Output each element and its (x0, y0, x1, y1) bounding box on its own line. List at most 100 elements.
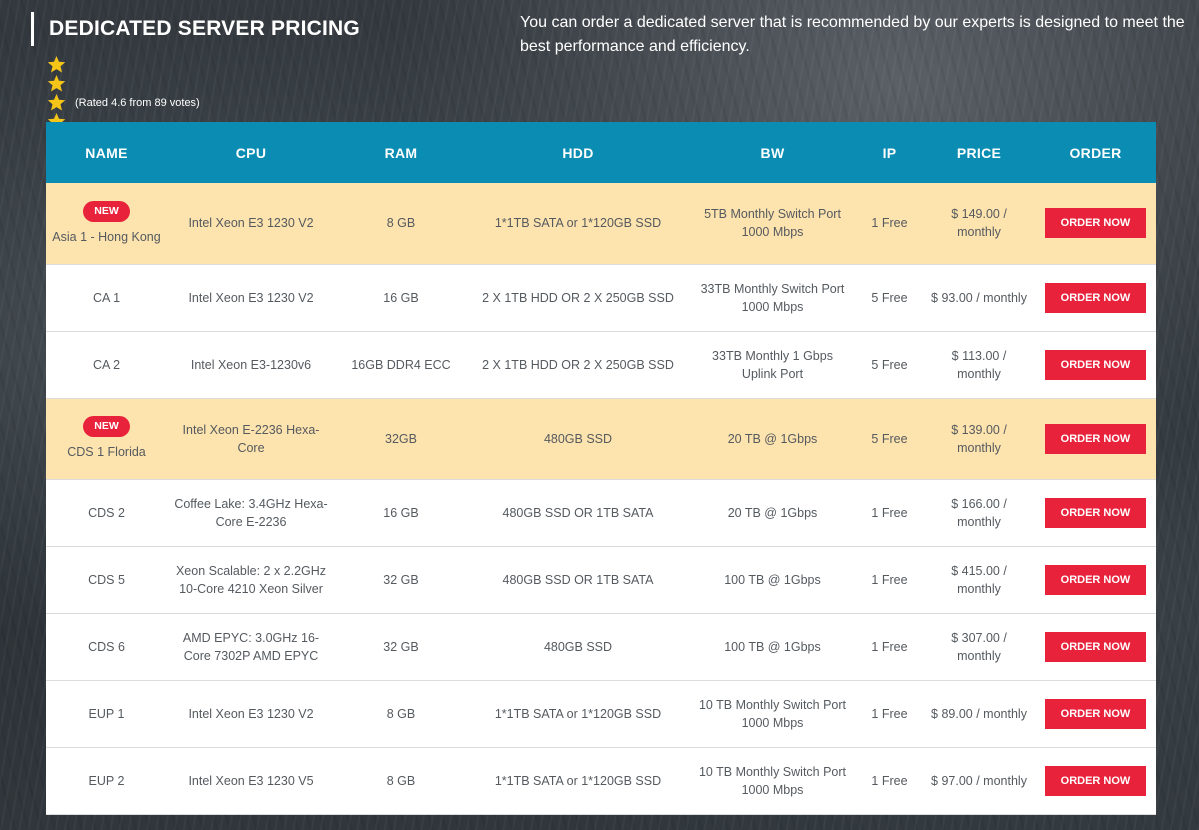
table-row: NEW CDS 1 Florida Intel Xeon E-2236 Hexa-C… (46, 398, 1156, 479)
ram-cell: 8 GB (386, 216, 416, 231)
column-header-bw: BW (760, 144, 785, 161)
name-cell: CA 2 (46, 331, 167, 398)
ip-cell: 1 Free (871, 639, 908, 654)
hdd-cell: 1*1TB SATA or 1*120GB SSD (494, 773, 662, 788)
column-header-cpu: CPU (235, 144, 267, 161)
cpu-cell: Xeon Scalable: 2 x 2.2GHz 10-Core 4210 X… (175, 563, 327, 596)
ip-cell: 1 Free (871, 216, 908, 231)
star-icon (47, 55, 66, 73)
server-name: EUP 1 (88, 706, 125, 721)
page-title: DEDICATED SERVER PRICING (49, 17, 360, 40)
column-header-price: PRICE (956, 144, 1002, 161)
server-name: CA 2 (92, 357, 121, 372)
pricing-table-container: NAME CPU RAM HDD BW IP PRICE ORDER NEW Asia 1 - … (46, 122, 1156, 815)
hdd-cell: 1*1TB SATA or 1*120GB SSD (494, 706, 662, 721)
order-now-button[interactable]: ORDER NOW (1045, 564, 1146, 595)
star-icon (47, 74, 66, 92)
column-header-name: NAME (85, 144, 128, 161)
price-cell: $ 415.00 / monthly (951, 563, 1007, 596)
ram-cell: 8 GB (386, 706, 416, 721)
server-name: CDS 2 (88, 505, 125, 520)
order-now-button[interactable]: ORDER NOW (1045, 698, 1146, 729)
order-now-button[interactable]: ORDER NOW (1045, 349, 1146, 380)
table-row: NEW Asia 1 - Hong Kong Intel Xeon E3 1230 … (46, 183, 1156, 264)
server-name: CA 1 (92, 290, 121, 305)
order-cell: ORDER NOW (1035, 680, 1156, 747)
ram-cell: 16 GB (383, 290, 419, 305)
new-badge: NEW (83, 200, 130, 222)
hdd-cell: 1*1TB SATA or 1*120GB SSD (494, 216, 662, 231)
column-header-ram: RAM (384, 144, 418, 161)
order-cell: ORDER NOW (1035, 331, 1156, 398)
order-now-button[interactable]: ORDER NOW (1045, 631, 1146, 662)
hdd-cell: 480GB SSD OR 1TB SATA (502, 572, 654, 587)
cpu-cell: Intel Xeon E3 1230 V2 (188, 290, 314, 305)
table-row: CA 1 Intel Xeon E3 1230 V2 16 GB 2 X 1TB HD… (46, 264, 1156, 331)
price-cell: $ 93.00 / monthly (931, 290, 1027, 305)
table-row: CDS 2 Coffee Lake: 3.4GHz Hexa-Core E-223… (46, 479, 1156, 546)
price-cell: $ 307.00 / monthly (951, 630, 1007, 663)
order-cell: ORDER NOW (1035, 183, 1156, 264)
cpu-cell: Intel Xeon E3 1230 V2 (188, 216, 314, 231)
bw-cell: 5TB Monthly Switch Port 1000 Mbps (704, 207, 841, 240)
order-cell: ORDER NOW (1035, 398, 1156, 479)
ip-cell: 1 Free (871, 505, 908, 520)
star-icon (47, 93, 66, 111)
server-name: Asia 1 - Hong Kong (52, 229, 161, 244)
ram-cell: 8 GB (386, 773, 416, 788)
ram-cell: 32GB (385, 431, 417, 446)
hdd-cell: 2 X 1TB HDD OR 2 X 250GB SSD (482, 357, 674, 372)
bw-cell: 100 TB @ 1Gbps (724, 572, 821, 587)
price-cell: $ 89.00 / monthly (931, 706, 1027, 721)
price-cell: $ 166.00 / monthly (951, 496, 1007, 529)
name-cell: EUP 1 (46, 680, 167, 747)
ram-cell: 32 GB (383, 639, 419, 654)
server-name: CDS 6 (88, 639, 125, 654)
order-now-button[interactable]: ORDER NOW (1045, 497, 1146, 528)
ip-cell: 1 Free (871, 773, 908, 788)
order-now-button[interactable]: ORDER NOW (1045, 282, 1146, 313)
hdd-cell: 480GB SSD (543, 431, 613, 446)
order-now-button[interactable]: ORDER NOW (1045, 765, 1146, 796)
name-cell: NEW Asia 1 - Hong Kong (46, 183, 167, 264)
header-description: You can order a dedicated server that is… (520, 14, 1185, 55)
server-name: CDS 1 Florida (67, 445, 146, 459)
hdd-cell: 480GB SSD (543, 639, 613, 654)
cpu-cell: Intel Xeon E3 1230 V5 (188, 773, 314, 788)
table-row: EUP 2 Intel Xeon E3 1230 V5 8 GB 1*1TB SATA… (46, 747, 1156, 814)
order-cell: ORDER NOW (1035, 747, 1156, 814)
ip-cell: 5 Free (871, 357, 908, 372)
cpu-cell: AMD EPYC: 3.0GHz 16-Core 7302P AMD EPYC (182, 630, 320, 663)
table-header: NAME CPU RAM HDD BW IP PRICE ORDER (46, 122, 1156, 183)
name-cell: NEW CDS 1 Florida (46, 398, 167, 479)
price-cell: $ 113.00 / monthly (951, 348, 1007, 381)
cpu-cell: Intel Xeon E-2236 Hexa-Core (182, 422, 320, 455)
bw-cell: 20 TB @ 1Gbps (727, 431, 818, 446)
bw-cell: 10 TB Monthly Switch Port 1000 Mbps (698, 697, 847, 730)
column-header-ip: IP (882, 144, 897, 161)
bw-cell: 33TB Monthly Switch Port 1000 Mbps (700, 281, 845, 314)
name-cell: CDS 2 (46, 479, 167, 546)
pricing-table: NAME CPU RAM HDD BW IP PRICE ORDER NEW Asia 1 - … (46, 122, 1156, 815)
bw-cell: 20 TB @ 1Gbps (727, 505, 818, 520)
price-cell: $ 97.00 / monthly (931, 773, 1027, 788)
order-now-button[interactable]: ORDER NOW (1045, 208, 1146, 239)
bw-cell: 33TB Monthly 1 Gbps Uplink Port (712, 348, 833, 381)
header-row: NAME CPU RAM HDD BW IP PRICE ORDER (46, 122, 1156, 183)
new-badge: NEW (83, 416, 130, 437)
order-cell: ORDER NOW (1035, 546, 1156, 613)
ip-cell: 1 Free (871, 572, 908, 587)
name-cell: CDS 6 (46, 613, 167, 680)
ip-cell: 1 Free (871, 706, 908, 721)
hdd-cell: 2 X 1TB HDD OR 2 X 250GB SSD (482, 290, 674, 305)
price-cell: $ 149.00 / monthly (951, 207, 1007, 240)
table-body: NEW Asia 1 - Hong Kong Intel Xeon E3 1230 … (46, 183, 1156, 814)
order-cell: ORDER NOW (1035, 613, 1156, 680)
cpu-cell: Coffee Lake: 3.4GHz Hexa-Core E-2236 (174, 496, 328, 529)
order-cell: ORDER NOW (1035, 264, 1156, 331)
order-now-button[interactable]: ORDER NOW (1045, 423, 1146, 454)
table-row: CDS 5 Xeon Scalable: 2 x 2.2GHz 10-Core 4… (46, 546, 1156, 613)
cpu-cell: Intel Xeon E3 1230 V2 (188, 706, 314, 721)
server-name: CDS 5 (88, 572, 125, 587)
column-header-order: ORDER (1069, 144, 1122, 161)
